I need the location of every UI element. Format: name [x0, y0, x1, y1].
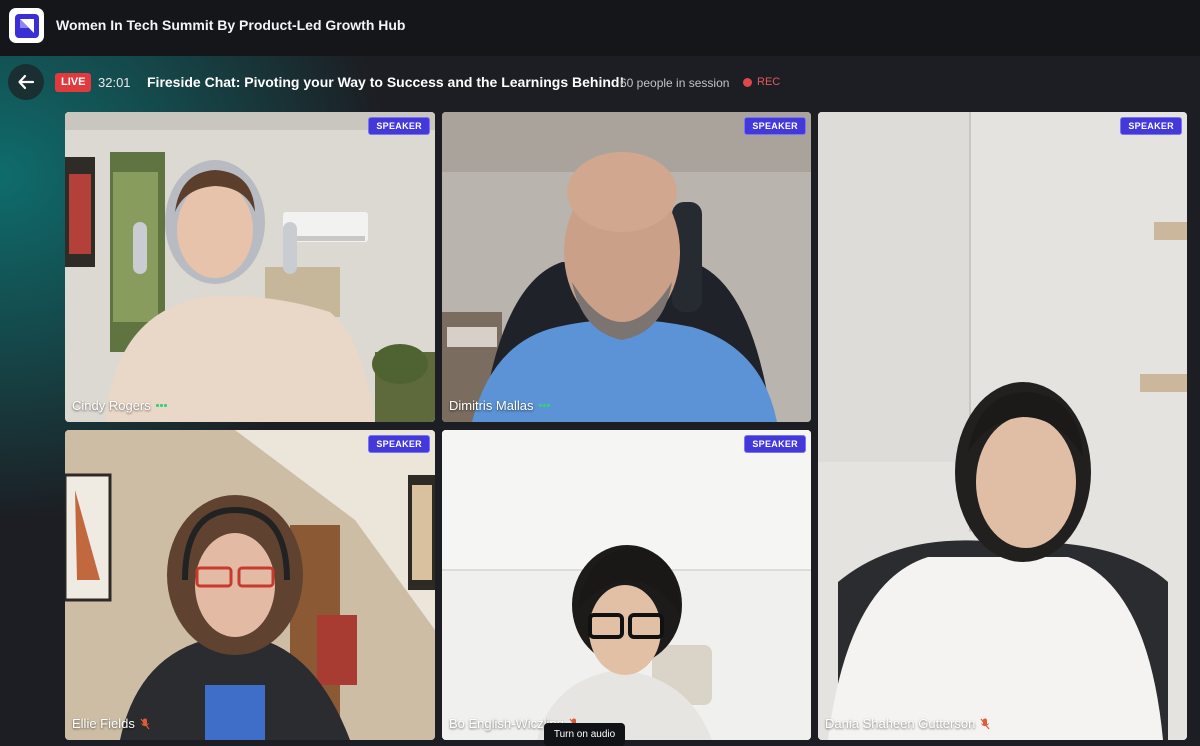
recording-indicator: REC — [743, 76, 780, 88]
record-dot-icon — [743, 77, 752, 87]
participant-name: Ellie Fields — [72, 716, 150, 731]
speaker-badge: SPEAKER — [368, 117, 430, 135]
rec-label: REC — [757, 76, 781, 88]
speaking-indicator-icon — [538, 404, 550, 407]
participant-name-label: Dimitris Mallas — [449, 398, 534, 413]
video-tile[interactable]: SPEAKER Dania Shaheen Gutterson — [818, 112, 1187, 740]
participant-name-label: Dania Shaheen Gutterson — [825, 716, 976, 731]
turn-on-audio-tooltip: Turn on audio — [544, 723, 625, 746]
live-badge: LIVE — [55, 73, 92, 92]
participant-video — [65, 112, 435, 422]
event-title: Women In Tech Summit By Product-Led Grow… — [56, 17, 406, 33]
video-tile[interactable]: SPEAKER Bo English-Wiczling — [442, 430, 811, 740]
video-tile[interactable]: SPEAKER Dimitris Mallas — [442, 112, 811, 422]
participant-name-label: Cindy Rogers — [72, 398, 151, 413]
participant-video — [442, 112, 811, 422]
session-timer: 32:01 — [98, 75, 131, 90]
participant-name: Cindy Rogers — [72, 398, 167, 413]
muted-microphone-icon — [980, 718, 990, 729]
top-bar: Women In Tech Summit By Product-Led Grow… — [0, 0, 1200, 56]
participant-name: Dimitris Mallas — [449, 398, 550, 413]
muted-microphone-icon — [140, 718, 150, 729]
session-title: Fireside Chat: Pivoting your Way to Succ… — [147, 74, 625, 90]
attendee-count[interactable]: 60 people in session — [620, 76, 729, 90]
arrow-left-icon — [18, 74, 35, 90]
speaker-badge: SPEAKER — [1120, 117, 1182, 135]
participant-name-label: Ellie Fields — [72, 716, 135, 731]
participant-video — [65, 430, 435, 740]
speaker-badge: SPEAKER — [368, 435, 430, 453]
back-button[interactable] — [8, 64, 44, 100]
participant-video — [818, 112, 1187, 740]
speaker-badge: SPEAKER — [744, 117, 806, 135]
participant-name: Dania Shaheen Gutterson — [825, 716, 990, 731]
video-tile[interactable]: SPEAKER Ellie Fields — [65, 430, 435, 740]
video-tile[interactable]: SPEAKER Cindy Rogers — [65, 112, 435, 422]
participant-video — [442, 430, 811, 740]
speaking-indicator-icon — [155, 404, 167, 407]
speaker-badge: SPEAKER — [744, 435, 806, 453]
app-logo-icon[interactable] — [9, 8, 44, 43]
